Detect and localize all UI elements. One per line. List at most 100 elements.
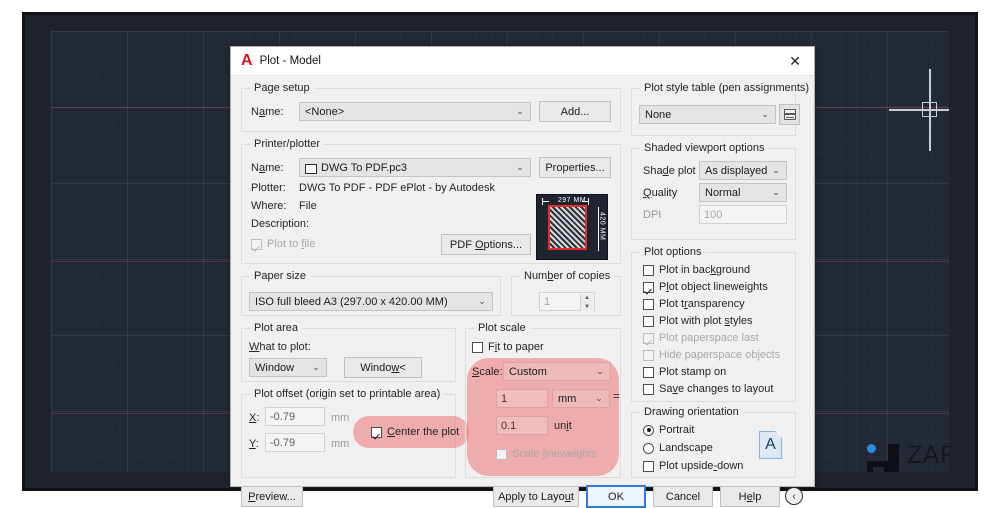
checkbox-box xyxy=(643,265,654,276)
properties-button-label: Properties... xyxy=(545,162,604,174)
copies-spinner-arrows[interactable]: ▲ ▼ xyxy=(580,294,593,311)
scale-denominator-input[interactable]: 0.1 xyxy=(496,416,548,435)
checkbox-box xyxy=(643,299,654,310)
fit-to-paper-checkbox[interactable]: Fit to paper xyxy=(472,341,544,353)
offset-x-value: -0.79 xyxy=(270,411,295,423)
scale-unit-combo[interactable]: mm ⌄ xyxy=(552,389,610,408)
plot-option-checkbox[interactable]: Plot transparency xyxy=(643,298,793,310)
where-value: File xyxy=(299,200,317,212)
portrait-orientation-icon: A xyxy=(759,431,782,459)
scale-label: Scale: xyxy=(472,366,503,378)
printer-name-combo[interactable]: DWG To PDF.pc3 ⌄ xyxy=(299,158,531,177)
portrait-label: Portrait xyxy=(659,424,694,436)
center-the-plot-label: Center the plot xyxy=(387,426,459,438)
checkbox-box xyxy=(643,333,654,344)
description-label: Description: xyxy=(251,218,309,230)
page-setup-name-label: Name: xyxy=(251,106,283,118)
plot-option-checkbox[interactable]: Plot in background xyxy=(643,264,793,276)
plotter-value: DWG To PDF - PDF ePlot - by Autodesk xyxy=(299,182,495,194)
paper-size-combo[interactable]: ISO full bleed A3 (297.00 x 420.00 MM) ⌄ xyxy=(249,292,493,311)
offset-x-label: X: xyxy=(249,412,259,424)
window-select-button[interactable]: Window< xyxy=(344,357,422,378)
landscape-label: Landscape xyxy=(659,442,713,454)
crosshair-cursor xyxy=(889,69,949,151)
plot-option-label: Plot transparency xyxy=(659,298,745,310)
plot-upside-down-checkbox[interactable]: Plot upside-down xyxy=(643,460,743,472)
crosshair-horizontal xyxy=(889,109,949,111)
page-setup-name-value: <None> xyxy=(305,106,512,118)
preview-sheet xyxy=(548,205,587,250)
copies-up-icon[interactable]: ▲ xyxy=(581,294,593,303)
shade-plot-label: Shade plot xyxy=(643,165,696,177)
copies-stepper[interactable]: 1 ▲ ▼ xyxy=(539,292,595,311)
checkbox-box xyxy=(643,384,654,395)
help-button[interactable]: Help xyxy=(720,486,780,507)
offset-x-input[interactable]: -0.79 xyxy=(265,407,325,426)
center-the-plot-checkbox[interactable]: Center the plot xyxy=(371,426,459,438)
plot-option-label: Hide paperspace objects xyxy=(659,349,780,361)
preview-arrow xyxy=(542,201,549,202)
ok-button[interactable]: OK xyxy=(586,485,646,508)
copies-value: 1 xyxy=(544,296,550,308)
chevron-down-icon: ⌄ xyxy=(757,110,773,119)
plot-style-table-combo[interactable]: None ⌄ xyxy=(639,105,776,124)
chevron-down-icon: ⌄ xyxy=(591,394,607,403)
cancel-button[interactable]: Cancel xyxy=(653,486,713,507)
close-icon[interactable]: ✕ xyxy=(776,47,814,75)
checkbox-box xyxy=(643,282,654,293)
plot-option-label: Plot stamp on xyxy=(659,366,726,378)
brand-name: ZARDASTAN xyxy=(907,443,949,468)
preview-tick xyxy=(598,207,599,252)
checkbox-box xyxy=(251,239,262,250)
page-setup-label: Page setup xyxy=(250,82,314,94)
preview-button-label: Preview... xyxy=(248,491,296,503)
plot-scale-label: Plot scale xyxy=(474,322,530,334)
scale-numerator-value: 1 xyxy=(501,393,507,405)
pen-table-icon[interactable] xyxy=(779,104,800,125)
what-to-plot-combo[interactable]: Window ⌄ xyxy=(249,358,327,377)
plot-option-checkbox[interactable]: Save changes to layout xyxy=(643,383,793,395)
plot-option-checkbox[interactable]: Plot stamp on xyxy=(643,366,793,378)
chevron-down-icon: ⌄ xyxy=(308,363,324,372)
shade-plot-combo[interactable]: As displayed ⌄ xyxy=(699,161,787,180)
scale-numerator-input[interactable]: 1 xyxy=(496,389,548,408)
dpi-label: DPI xyxy=(643,209,661,221)
checkbox-box xyxy=(643,316,654,327)
collapse-panel-icon[interactable]: ‹ xyxy=(785,487,803,505)
orientation-landscape-radio[interactable]: Landscape xyxy=(643,442,713,454)
cancel-button-label: Cancel xyxy=(666,491,700,503)
logo-mark-icon xyxy=(866,444,900,472)
quality-combo[interactable]: Normal ⌄ xyxy=(699,183,787,202)
orientation-portrait-radio[interactable]: Portrait xyxy=(643,424,694,436)
logo-dot xyxy=(867,444,876,453)
page-setup-name-combo[interactable]: <None> ⌄ xyxy=(299,102,531,121)
apply-to-layout-button[interactable]: Apply to Layout xyxy=(493,486,579,507)
pdf-options-button[interactable]: PDF Options... xyxy=(441,234,531,255)
plot-option-checkbox: Hide paperspace objects xyxy=(643,349,793,361)
printer-properties-button[interactable]: Properties... xyxy=(539,157,611,178)
preview-width-dimension: 297 MM xyxy=(544,197,600,204)
paper-preview-thumbnail: 297 MM 420 MM xyxy=(536,194,608,260)
scale-combo[interactable]: Custom ⌄ xyxy=(503,362,611,381)
offset-y-label: Y: xyxy=(249,438,259,450)
copies-down-icon[interactable]: ▼ xyxy=(581,303,593,312)
chevron-down-icon: ⌄ xyxy=(512,163,528,172)
chevron-down-icon: ⌄ xyxy=(512,107,528,116)
scale-lineweights-checkbox[interactable]: Scale lineweights xyxy=(496,448,597,460)
offset-x-unit: mm xyxy=(331,412,349,424)
checkbox-box xyxy=(496,449,507,460)
plot-option-checkbox[interactable]: Plot with plot styles xyxy=(643,315,793,327)
pdf-options-label: PDF Options... xyxy=(450,239,522,251)
plot-option-label: Save changes to layout xyxy=(659,383,773,395)
offset-y-input[interactable]: -0.79 xyxy=(265,433,325,452)
dpi-value: 100 xyxy=(704,209,722,221)
preview-tick xyxy=(542,198,543,205)
plot-option-checkbox[interactable]: Plot object lineweights xyxy=(643,281,793,293)
checkbox-box xyxy=(643,461,654,472)
chevron-down-icon: ⌄ xyxy=(768,188,784,197)
add-page-setup-button[interactable]: Add... xyxy=(539,101,611,122)
preview-button[interactable]: Preview... xyxy=(241,486,303,507)
plot-to-file-checkbox[interactable]: Plot to file xyxy=(251,238,315,250)
dialog-title: Plot - Model xyxy=(260,55,321,67)
offset-y-value: -0.79 xyxy=(270,437,295,449)
